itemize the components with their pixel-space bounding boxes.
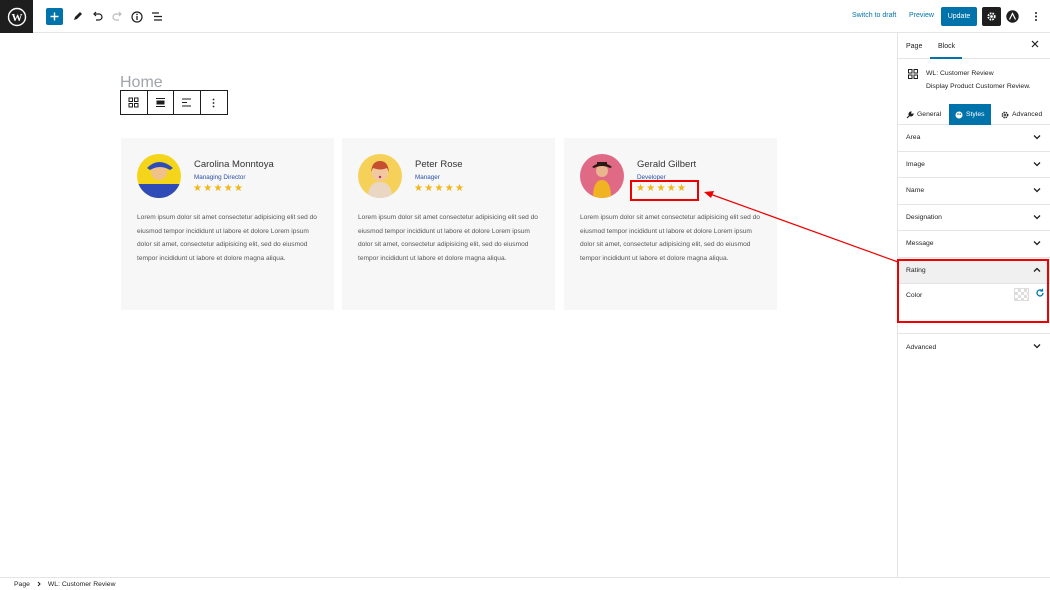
panel-advanced-label: Advanced [906, 343, 937, 351]
sidebar-tabs: Page Block [898, 33, 1050, 59]
panel-name-label: Name [906, 187, 925, 195]
wrench-icon [906, 110, 914, 118]
tab-block[interactable]: Block [938, 43, 955, 50]
panel-message[interactable]: Message [898, 231, 1050, 258]
close-icon[interactable] [1031, 40, 1039, 48]
annotation-arrow [704, 191, 899, 263]
panel-message-label: Message [906, 240, 934, 248]
block-title: WL: Customer Review [926, 70, 994, 77]
block-description: Display Product Customer Review. [926, 83, 1031, 90]
chevron-down-icon [1033, 344, 1041, 349]
gear-icon [1001, 111, 1009, 118]
block-card: WL: Customer Review Display Product Cust… [898, 59, 1050, 99]
tab-styles-label: Styles [966, 111, 985, 118]
panel-image[interactable]: Image [898, 152, 1050, 178]
tab-advanced-label: Advanced [1012, 111, 1043, 118]
palette-icon [955, 111, 963, 118]
style-tabs: General Styles Advanced [898, 99, 1050, 125]
chevron-down-icon [1033, 214, 1041, 219]
breadcrumb-page[interactable]: Page [14, 581, 30, 588]
tab-advanced[interactable]: Advanced [1001, 104, 1042, 125]
panel-image-label: Image [906, 160, 925, 168]
rating-panel-highlight-box [897, 259, 1049, 323]
panel-designation[interactable]: Designation [898, 205, 1050, 231]
chevron-down-icon [1033, 135, 1041, 140]
panel-area-label: Area [906, 134, 921, 142]
chevron-right-icon [37, 581, 41, 587]
panel-designation-label: Designation [906, 213, 942, 221]
chevron-down-icon [1033, 161, 1041, 166]
breadcrumb-block[interactable]: WL: Customer Review [48, 581, 116, 588]
panel-advanced[interactable]: Advanced [898, 334, 1050, 361]
block-grid-icon [908, 69, 918, 79]
tab-general-label: General [917, 111, 942, 118]
chevron-down-icon [1033, 188, 1041, 193]
chevron-down-icon [1033, 241, 1041, 246]
panel-name[interactable]: Name [898, 178, 1050, 205]
tab-styles[interactable]: Styles [949, 104, 991, 125]
tab-general[interactable]: General [906, 104, 941, 125]
tab-page[interactable]: Page [906, 43, 922, 50]
breadcrumb: Page WL: Customer Review [0, 577, 1050, 590]
panel-area[interactable]: Area [898, 125, 1050, 152]
